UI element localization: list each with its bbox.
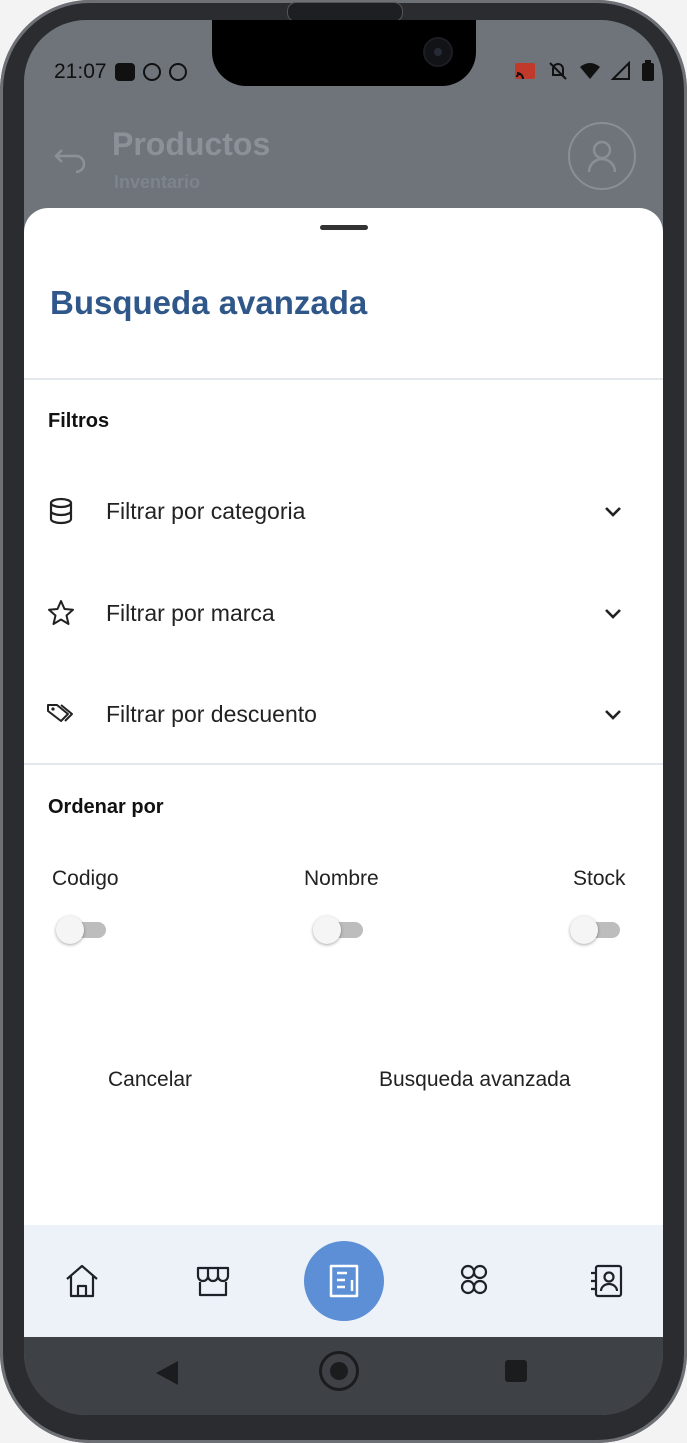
system-navigation-bar [24,1337,663,1415]
store-icon [196,1266,230,1297]
recents-square-icon[interactable] [505,1360,527,1382]
home-circle-icon[interactable] [319,1351,359,1391]
youtube-icon [114,63,135,81]
profile-button[interactable] [568,122,636,190]
sort-heading: Ordenar por [48,796,164,818]
filter-brand-label: Filtrar por marca [106,600,275,626]
speaker [287,2,403,22]
app-subtitle: Inventario [114,172,201,192]
star-icon [48,600,74,625]
nav-groups[interactable] [450,1257,498,1305]
cancel-button[interactable]: Cancelar [108,1068,192,1092]
back-triangle-icon[interactable] [154,1359,180,1387]
user-icon [587,140,617,173]
advanced-search-button[interactable]: Busqueda avanzada [379,1068,571,1092]
groups-icon [460,1264,488,1295]
toggle-thumb [56,916,84,944]
divider [24,378,663,380]
bottom-navigation [24,1225,663,1337]
tags-icon [47,704,73,722]
nav-contacts[interactable] [582,1257,630,1305]
filters-heading: Filtros [48,410,110,432]
chevron-down-icon [605,507,621,517]
notification-icon [168,63,187,81]
nav-home[interactable] [58,1257,106,1305]
cast-icon [515,63,535,80]
filter-category-label: Filtrar por categoria [106,498,306,524]
chevron-down-icon [605,710,621,720]
filter-discount-label: Filtrar por descuento [106,701,317,727]
sort-code-label: Codigo [52,867,119,890]
sort-code-toggle[interactable] [56,914,108,944]
signal-icon [611,61,630,80]
screen: 21:07 Productos Inventario Busqueda avan… [24,20,663,1415]
back-icon[interactable] [52,142,88,178]
toggle-thumb [313,916,341,944]
notch [212,20,476,86]
nav-store[interactable] [189,1257,237,1305]
filter-brand-row[interactable]: Filtrar por marca [24,573,663,653]
wifi-icon [580,63,600,79]
sort-name-label: Nombre [304,867,379,890]
filter-discount-row[interactable]: Filtrar por descuento [24,674,663,754]
sort-stock-label: Stock [573,867,626,890]
status-bar-left: 21:07 [54,60,187,84]
nav-catalog[interactable] [304,1241,384,1321]
filter-category-row[interactable]: Filtrar por categoria [24,471,663,551]
divider [24,763,663,765]
toggle-thumb [570,916,598,944]
sort-stock-toggle[interactable] [570,914,622,944]
battery-icon [642,60,654,81]
sheet-title: Busqueda avanzada [50,284,368,321]
sync-icon [142,63,161,81]
home-icon [66,1264,98,1298]
advanced-search-sheet: Busqueda avanzada Filtros Filtrar por ca… [24,208,663,1225]
sort-name-toggle[interactable] [313,914,365,944]
chevron-down-icon [605,609,621,619]
mute-icon [549,62,567,80]
status-time: 21:07 [54,60,107,83]
app-title: Productos [112,126,271,162]
status-bar-right [513,60,655,82]
sheet-drag-handle[interactable] [320,225,368,230]
front-camera [423,37,453,67]
phone-frame: 21:07 Productos Inventario Busqueda avan… [0,0,687,1443]
contacts-icon [591,1264,623,1298]
catalog-icon [329,1264,359,1298]
database-icon [49,497,73,525]
